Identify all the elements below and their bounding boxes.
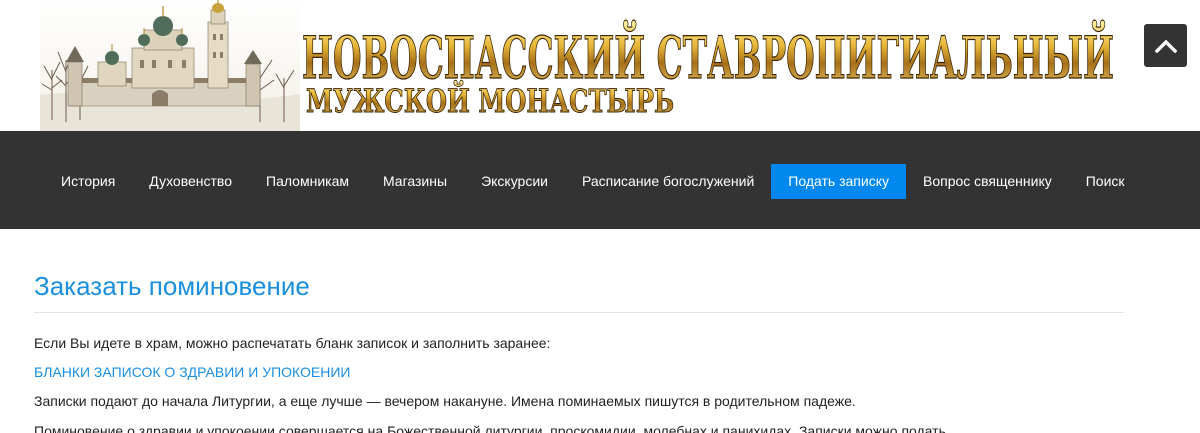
nav-item-submit-note[interactable]: Подать записку [771, 164, 906, 199]
main-navigation: История Духовенство Паломникам Магазины … [0, 131, 1200, 229]
nav-item-shops[interactable]: Магазины [366, 164, 464, 199]
nav-menu: История Духовенство Паломникам Магазины … [44, 164, 1142, 199]
main-content: Заказать поминовение Если Вы идете в хра… [34, 262, 1124, 433]
nav-item-schedule[interactable]: Расписание богослужений [565, 164, 771, 199]
nav-item-excursions[interactable]: Экскурсии [464, 164, 565, 199]
note-forms-link[interactable]: БЛАНКИ ЗАПИСОК О ЗДРАВИИ И УПОКОЕНИИ [34, 362, 1124, 382]
intro-text: Если Вы идете в храм, можно распечатать … [34, 335, 551, 351]
next-paragraph-text: Поминовение о здравии и упокоении соверш… [34, 423, 946, 433]
nav-item-search[interactable]: Поиск [1069, 164, 1142, 199]
scroll-to-top-button[interactable] [1144, 24, 1187, 67]
nav-item-pilgrims[interactable]: Паломникам [249, 164, 366, 199]
chevron-up-icon [1154, 39, 1177, 53]
deadline-text: Записки подают до начала Литургии, а еще… [34, 393, 856, 409]
monastery-illustration [40, 0, 300, 131]
nav-item-clergy[interactable]: Духовенство [132, 164, 249, 199]
page-title: Заказать поминовение [34, 262, 1124, 313]
site-header: НОВОСПАССКИЙ СТАВРОПИГИАЛЬНЫЙ МУЖСКОЙ МО… [0, 0, 1200, 131]
site-banner-logo[interactable]: НОВОСПАССКИЙ СТАВРОПИГИАЛЬНЫЙ МУЖСКОЙ МО… [40, 0, 1120, 131]
nav-item-ask-priest[interactable]: Вопрос священнику [906, 164, 1069, 199]
nav-item-history[interactable]: История [44, 164, 132, 199]
banner-title-line2: МУЖСКОЙ МОНАСТЫРЬ [306, 80, 674, 120]
